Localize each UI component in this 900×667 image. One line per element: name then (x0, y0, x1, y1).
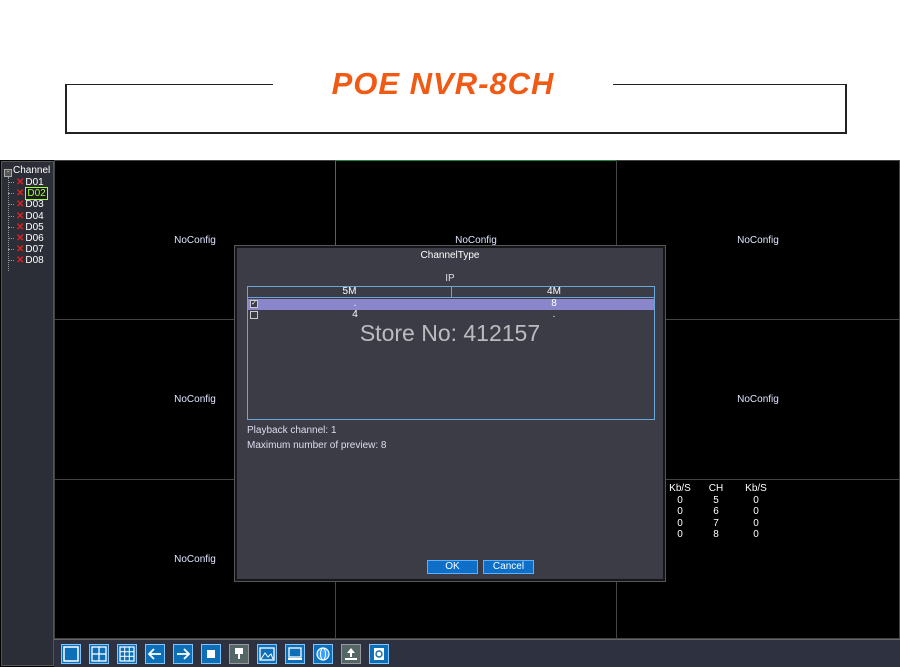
stats-cell: 0 (753, 529, 759, 541)
channel-type-table: 5M 4M ✓ . 8 4 . (247, 286, 655, 420)
playback-channel-text: Playback channel: 1 (247, 425, 337, 436)
table-caption: IP (445, 273, 455, 284)
channel-list: ✕D01 ✕ D02 ✕D03 ✕D04 ✕D05 ✕D06 ✕D07 ✕D08 (8, 177, 48, 267)
next-icon[interactable] (173, 644, 193, 664)
logout-icon[interactable] (369, 644, 389, 664)
row-value-4m: . (552, 309, 556, 320)
row-value-5m: . (353, 298, 357, 309)
cell-status: NoConfig (174, 235, 216, 246)
store-watermark: Store No: 412157 (359, 320, 541, 346)
channel-item-label: D08 (25, 255, 44, 267)
single-view-icon[interactable] (61, 644, 81, 664)
image-icon[interactable] (257, 644, 277, 664)
channel-item-d07[interactable]: ✕D07 (8, 244, 48, 255)
bottom-toolbar (54, 639, 900, 667)
disconnected-icon: ✕ (16, 188, 25, 200)
row-value-4m: 8 (551, 298, 557, 309)
ok-button[interactable]: OK (427, 560, 478, 574)
cell-status: NoConfig (455, 235, 497, 246)
channel-tree-label: Channel (13, 165, 51, 176)
stats-cell: 0 (753, 494, 759, 506)
disconnected-icon: ✕ (16, 244, 25, 256)
channel-item-d08[interactable]: ✕D08 (8, 255, 48, 266)
channel-item-label: D07 (25, 244, 44, 256)
channel-item-d04[interactable]: ✕D04 (8, 211, 48, 222)
cell-status: NoConfig (737, 235, 779, 246)
stats-cell: 5 (713, 494, 719, 506)
max-preview-text: Maximum number of preview: 8 (247, 440, 387, 451)
channel-item-d03[interactable]: ✕D03 (8, 199, 48, 210)
collapse-icon[interactable]: - (4, 169, 12, 177)
disconnected-icon: ✕ (16, 221, 25, 233)
channel-item-label: D03 (25, 199, 44, 211)
stats-header: CH (708, 483, 724, 495)
banner-title: POE NVR-8CH (331, 66, 555, 101)
disconnected-icon: ✕ (16, 177, 25, 188)
stats-cell: 0 (753, 506, 759, 518)
channel-item-d06[interactable]: ✕D06 (8, 233, 48, 244)
stats-cell: 6 (713, 506, 719, 518)
disconnected-icon: ✕ (16, 210, 25, 222)
disconnected-icon: ✕ (16, 199, 25, 211)
previous-icon[interactable] (145, 644, 165, 664)
quad-view-icon[interactable] (89, 644, 109, 664)
banner-divider-right (613, 84, 847, 85)
cancel-button[interactable]: Cancel (483, 560, 534, 574)
channel-item-d05[interactable]: ✕D05 (8, 222, 48, 233)
column-header-5m: 5M (342, 286, 357, 297)
channel-item-label: D05 (25, 221, 44, 233)
column-header-4m: 4M (547, 286, 561, 297)
upload-icon[interactable] (341, 644, 361, 664)
stats-cell: 8 (713, 529, 719, 541)
nine-view-icon[interactable] (117, 644, 137, 664)
stats-cell: 0 (677, 529, 683, 541)
stats-cell: 0 (677, 494, 683, 506)
network-icon[interactable] (313, 644, 333, 664)
row-value-5m: 4 (352, 309, 358, 320)
channel-tree-root[interactable]: - Channel (4, 165, 50, 177)
channel-type-dialog: ChannelType IP 5M 4M ✓ . 8 4 . Store No:… (235, 246, 665, 581)
stats-cell: 7 (713, 517, 719, 529)
bitrate-stats: Kb/S CH Kb/S 0 5 0 0 6 0 0 7 0 0 8 0 (662, 483, 778, 541)
stats-header: Kb/S (669, 483, 691, 495)
channel-item-label: D06 (25, 232, 44, 244)
disconnected-icon: ✕ (16, 232, 25, 244)
record-icon[interactable] (229, 644, 249, 664)
channel-sidebar: - Channel ✕D01 ✕ D02 ✕D03 ✕D04 ✕D05 ✕D06 ✕… (1, 161, 54, 666)
banner-divider-left (65, 84, 273, 85)
channel-item-d02[interactable]: ✕ D02 (8, 187, 48, 201)
disconnected-icon: ✕ (16, 255, 25, 267)
device-icon[interactable] (285, 644, 305, 664)
table-header: 5M 4M (248, 286, 654, 298)
dialog-title: ChannelType (420, 250, 480, 261)
channel-item-label: D02 (25, 187, 48, 201)
stats-cell: 0 (677, 506, 683, 518)
stats-header: Kb/S (745, 483, 767, 495)
stop-icon[interactable] (201, 644, 221, 664)
channel-item-label: D04 (25, 210, 44, 222)
stats-cell: 0 (753, 517, 759, 529)
stats-cell: 0 (677, 517, 683, 529)
banner: POE NVR-8CH (0, 0, 900, 160)
